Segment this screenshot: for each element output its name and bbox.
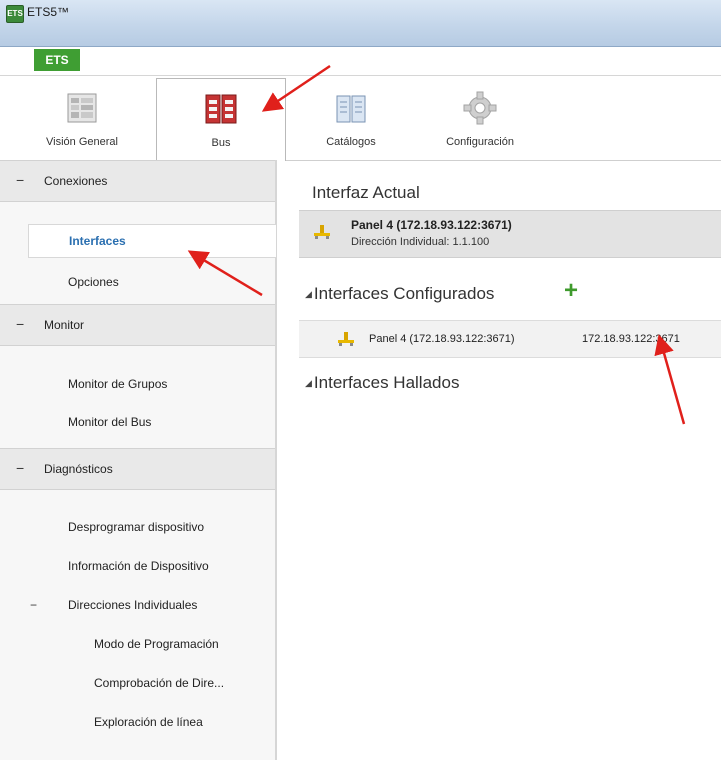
settings-gear-icon (463, 91, 497, 125)
sidebar-item-label: Direcciones Individuales (68, 598, 198, 612)
sidebar-item-comprobacion-de-direccion[interactable]: Comprobación de Dire... (0, 667, 275, 699)
tab-label: Catálogos (326, 136, 376, 148)
section-title: Conexiones (44, 174, 108, 188)
sidebar-item-label: Interfaces (69, 234, 126, 248)
tab-catalogos[interactable]: Catálogos (296, 78, 406, 160)
collapse-toggle-icon[interactable]: − (30, 598, 37, 612)
found-interfaces-heading[interactable]: ◢ Interfaces Hallados (305, 373, 459, 393)
sidebar-item-label: Monitor de Grupos (68, 377, 168, 391)
current-interface-heading: Interfaz Actual (312, 183, 420, 202)
sidebar-item-label: Opciones (68, 275, 119, 289)
sidebar-item-label: Exploración de línea (94, 715, 203, 729)
tab-label: Visión General (46, 136, 118, 148)
current-interface-address: Dirección Individual: 1.1.100 (351, 236, 490, 248)
section-monitor[interactable]: − Monitor (0, 304, 275, 346)
sidebar-item-monitor-del-bus[interactable]: Monitor del Bus (0, 406, 275, 438)
sidebar-item-label: Desprogramar dispositivo (68, 520, 205, 534)
sidebar-item-informacion-de-dispositivo[interactable]: Información de Dispositivo (0, 550, 275, 582)
found-heading-label: Interfaces Hallados (313, 373, 460, 392)
section-conexiones[interactable]: − Conexiones (0, 160, 275, 202)
tab-label: Bus (211, 137, 231, 149)
bus-icon (205, 94, 237, 124)
sidebar-item-desprogramar-dispositivo[interactable]: Desprogramar dispositivo (0, 511, 275, 543)
sidebar-item-monitor-de-grupos[interactable]: Monitor de Grupos (0, 368, 275, 400)
sidebar-item-label: Información de Dispositivo (68, 559, 209, 573)
collapse-triangle-icon[interactable]: ◢ (305, 289, 312, 299)
tab-strip-divider (0, 75, 721, 76)
sidebar-item-interfaces[interactable]: Interfaces (28, 224, 276, 258)
collapse-toggle-icon[interactable]: − (16, 316, 24, 332)
window-title: ETS5™ (27, 5, 70, 19)
sidebar-item-opciones[interactable]: Opciones (0, 266, 275, 298)
section-diagnosticos[interactable]: − Diagnósticos (0, 448, 275, 490)
tab-configuracion[interactable]: Configuración (420, 78, 540, 160)
add-interface-button[interactable]: + (560, 279, 582, 303)
configured-heading-label: Interfaces Configurados (313, 284, 495, 303)
configured-interfaces-heading[interactable]: ◢ Interfaces Configurados (305, 284, 494, 304)
section-title: Monitor (44, 318, 85, 332)
sidebar-item-modo-de-programacion[interactable]: Modo de Programación (0, 628, 275, 660)
tab-vision-general[interactable]: Visión General (12, 78, 152, 160)
sidebar-item-label: Modo de Programación (94, 637, 219, 651)
configured-interface-row[interactable]: Panel 4 (172.18.93.122:3671) 172.18.93.1… (299, 320, 721, 358)
overview-icon (67, 93, 97, 123)
section-title: Diagnósticos (44, 462, 113, 476)
catalog-icon (336, 95, 366, 123)
sidebar-item-label: Monitor del Bus (68, 415, 152, 429)
collapse-toggle-icon[interactable]: − (16, 172, 24, 188)
sidebar-group-direcciones-individuales[interactable]: − Direcciones Individuales (0, 589, 275, 621)
network-interface-icon (338, 332, 354, 346)
collapse-triangle-icon[interactable]: ◢ (305, 378, 312, 388)
ets-logo-icon: ETS (6, 5, 24, 23)
tab-bus[interactable]: Bus (156, 78, 286, 163)
sidebar-item-exploracion-de-linea[interactable]: Exploración de línea (0, 706, 275, 738)
tab-label: Configuración (446, 136, 514, 148)
configured-interface-ip: 172.18.93.122:3671 (582, 333, 680, 345)
sidebar-item-label: Comprobación de Dire... (94, 676, 225, 690)
current-interface[interactable]: Panel 4 (172.18.93.122:3671) Dirección I… (299, 210, 721, 258)
collapse-toggle-icon[interactable]: − (16, 460, 24, 476)
network-interface-icon (314, 225, 330, 239)
sidebar: − Conexiones Interfaces Opciones − Monit… (0, 160, 277, 760)
configured-interface-name: Panel 4 (172.18.93.122:3671) (369, 333, 515, 345)
ets-app-tab[interactable]: ETS (34, 49, 80, 71)
main-panel: Interfaz Actual Panel 4 (172.18.93.122:3… (277, 161, 721, 760)
current-interface-name: Panel 4 (172.18.93.122:3671) (351, 218, 512, 232)
title-bar: ETS ETS5™ (0, 0, 721, 47)
ribbon: Visión General Bus Catálogos Configuraci… (0, 78, 721, 163)
